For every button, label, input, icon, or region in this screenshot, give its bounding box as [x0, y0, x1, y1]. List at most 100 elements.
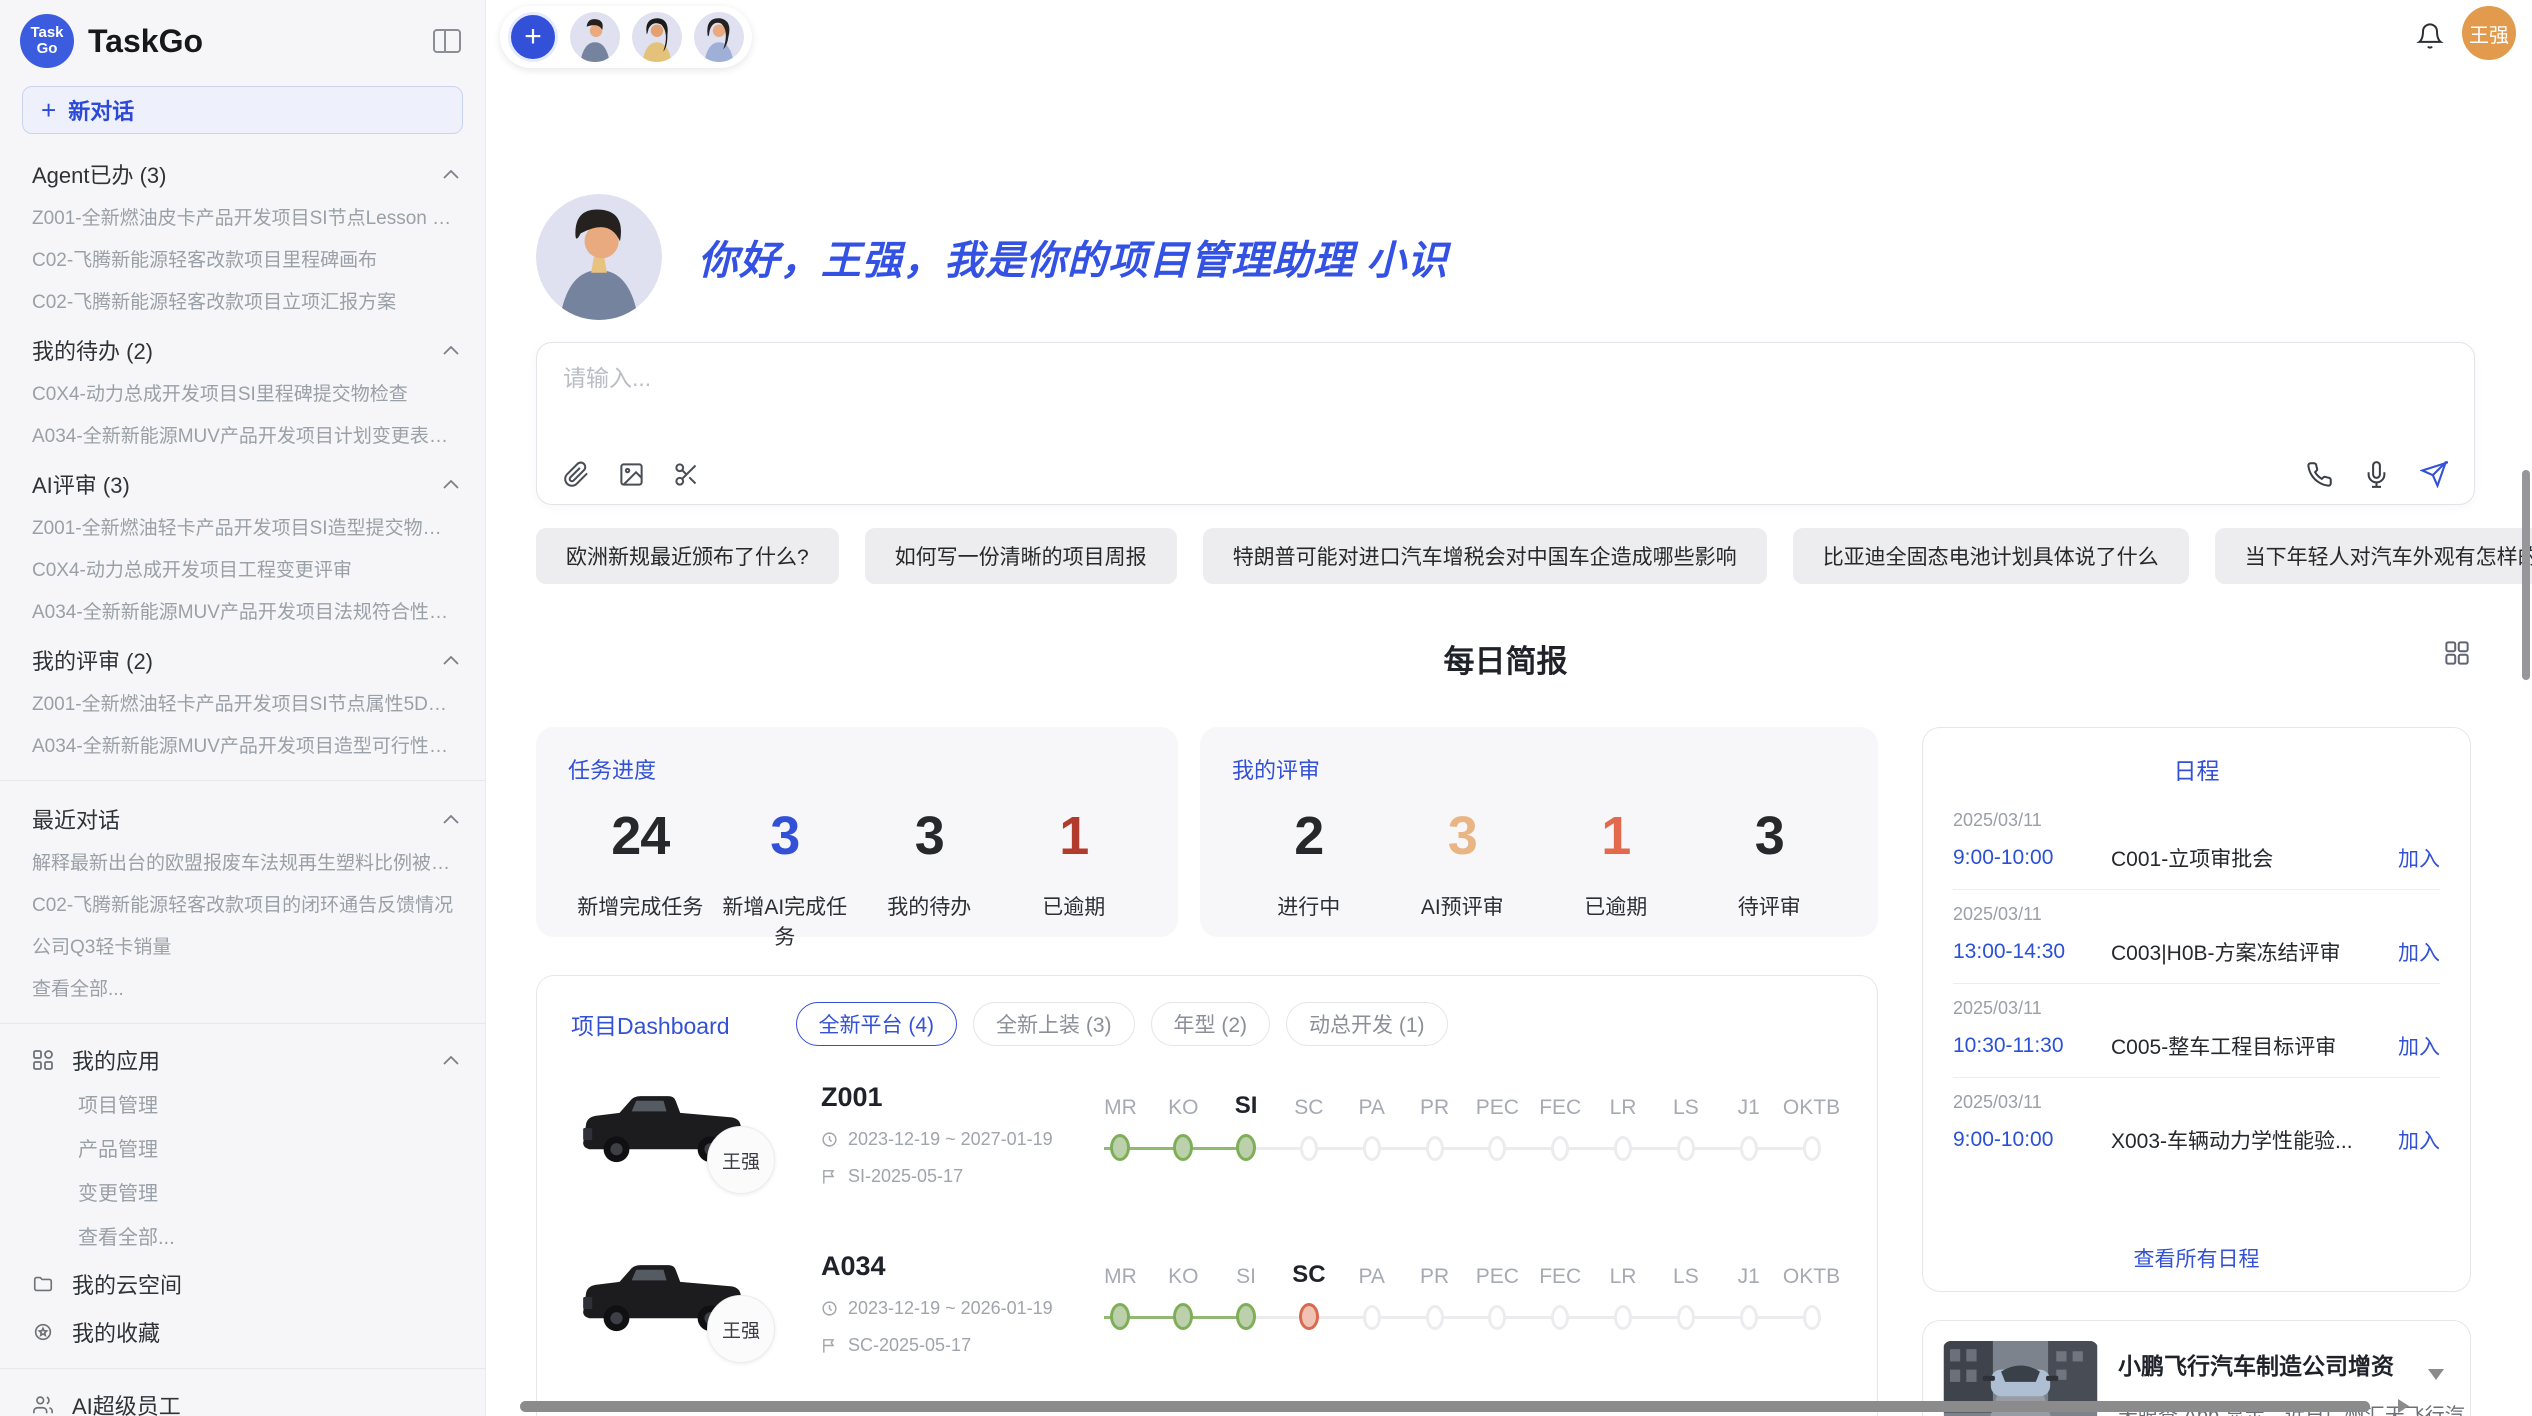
sidebar-task-item[interactable]: C0X4-动力总成开发项目工程变更评审 — [0, 550, 485, 592]
milestone: PEC — [1466, 1255, 1529, 1330]
composer-left-tools — [563, 461, 700, 488]
sidebar-task-item[interactable]: A034-全新新能源MUV产品开发项目法规符合性评审 — [0, 592, 485, 634]
suggestion-chip[interactable]: 当下年轻人对汽车外观有怎样的喜好趋势 — [2215, 528, 2532, 584]
sidebar-item-cloud-space[interactable]: 我的云空间 — [0, 1260, 485, 1308]
milestone-dot — [1488, 1305, 1506, 1330]
sidebar-task-item[interactable]: C02-飞腾新能源轻客改款项目立项汇报方案 — [0, 282, 485, 324]
chevron-up-icon[interactable] — [443, 815, 459, 824]
join-link[interactable]: 加入 — [2398, 843, 2440, 873]
chevron-up-icon[interactable] — [443, 480, 459, 489]
dashboard-tab[interactable]: 全新上装 (3) — [973, 1002, 1135, 1046]
milestone: J1 — [1717, 1255, 1780, 1330]
scroll-right-arrow[interactable] — [2398, 1399, 2409, 1413]
milestone: PA — [1340, 1255, 1403, 1330]
chevron-up-icon[interactable] — [443, 346, 459, 355]
sidebar-task-item[interactable]: C0X4-动力总成开发项目SI里程碑提交物检查 — [0, 374, 485, 416]
app-sub-item[interactable]: 项目管理 — [0, 1084, 485, 1128]
news-title: 小鹏飞行汽车制造公司增资 — [2118, 1347, 2471, 1381]
avatar-1[interactable] — [570, 12, 620, 62]
schedule-event-name: C005-整车工程目标评审 — [2111, 1031, 2384, 1061]
section-header[interactable]: Agent已办 (3) — [0, 148, 485, 198]
sidebar-task-item[interactable]: C02-飞腾新能源轻客改款项目里程碑画布 — [0, 240, 485, 282]
suggestion-chip[interactable]: 特朗普可能对进口汽车增税会对中国车企造成哪些影响 — [1203, 528, 1767, 584]
recent-conversation-item[interactable]: 解释最新出台的欧盟报废车法规再生塑料比例被调至15%... — [0, 843, 485, 885]
section-header[interactable]: AI评审 (3) — [0, 458, 485, 508]
sidebar-item-my-apps[interactable]: 我的应用 — [0, 1036, 485, 1084]
recent-conversation-item[interactable]: C02-飞腾新能源轻客改款项目的闭环通告反馈情况 — [0, 885, 485, 927]
milestone-label: PR — [1420, 1086, 1449, 1120]
divider — [0, 1368, 485, 1369]
scissors-icon[interactable] — [673, 461, 700, 488]
sidebar-tool-item[interactable]: AI超级员工 — [0, 1381, 485, 1416]
join-link[interactable]: 加入 — [2398, 937, 2440, 967]
milestone-label: LR — [1610, 1086, 1637, 1120]
suggestion-chip[interactable]: 比亚迪全固态电池计划具体说了什么 — [1793, 528, 2189, 584]
send-icon[interactable] — [2420, 460, 2448, 488]
recent-conversation-item[interactable]: 查看全部... — [0, 969, 485, 1011]
join-link[interactable]: 加入 — [2398, 1031, 2440, 1061]
my-review-card: 我的评审 2 进行中 3 AI预评审 1 已逾期 3 待评审 — [1200, 727, 1878, 937]
image-icon[interactable] — [618, 461, 645, 488]
chevron-up-icon[interactable] — [443, 170, 459, 179]
stat-value: 2 — [1232, 805, 1386, 867]
vertical-scrollbar-thumb[interactable] — [2522, 470, 2530, 680]
chat-input[interactable] — [563, 365, 2448, 392]
app-sub-item[interactable]: 查看全部... — [0, 1216, 485, 1260]
task-progress-card: 任务进度 24 新增完成任务 3 新增AI完成任务 3 我的待办 1 已逾期 — [536, 727, 1178, 937]
sidebar-task-item[interactable]: Z001-全新燃油轻卡产品开发项目SI造型提交物评审 — [0, 508, 485, 550]
horizontal-scrollbar-thumb[interactable] — [520, 1401, 2370, 1412]
notification-bell-icon[interactable] — [2416, 22, 2444, 50]
divider — [0, 780, 485, 781]
flag-icon — [821, 1337, 838, 1354]
sidebar-task-item[interactable]: A034-全新新能源MUV产品开发项目计划变更表编写 — [0, 416, 485, 458]
milestone: OKTB — [1780, 1255, 1843, 1330]
schedule-event-name: C003|H0B-方案冻结评审 — [2111, 937, 2384, 967]
chevron-up-icon[interactable] — [443, 656, 459, 665]
user-avatar[interactable]: 王强 — [2462, 6, 2516, 60]
stat-value: 1 — [1539, 805, 1693, 867]
sidebar-item-favorites[interactable]: 我的收藏 — [0, 1308, 485, 1356]
milestone-dot — [1300, 1136, 1318, 1161]
suggestion-chip[interactable]: 如何写一份清晰的项目周报 — [865, 528, 1177, 584]
layout-grid-icon[interactable] — [2444, 640, 2470, 666]
collapse-sidebar-icon[interactable] — [433, 29, 461, 53]
recent-conversation-item[interactable]: 公司Q3轻卡销量 — [0, 927, 485, 969]
milestone: SC — [1277, 1255, 1340, 1330]
new-chat-button[interactable]: + 新对话 — [22, 86, 463, 134]
app-sub-item[interactable]: 产品管理 — [0, 1128, 485, 1172]
schedule-time: 9:00-10:00 — [1953, 1128, 2111, 1152]
section-header[interactable]: 我的待办 (2) — [0, 324, 485, 374]
view-all-schedule-link[interactable]: 查看所有日程 — [1953, 1233, 2440, 1273]
stat-value: 24 — [568, 805, 713, 867]
app-sub-item[interactable]: 变更管理 — [0, 1172, 485, 1216]
mic-icon[interactable] — [2363, 461, 2390, 488]
milestone-label: OKTB — [1783, 1086, 1840, 1120]
scroll-down-arrow[interactable] — [2428, 1369, 2444, 1380]
milestone: PA — [1340, 1086, 1403, 1161]
join-link[interactable]: 加入 — [2398, 1125, 2440, 1155]
dashboard-tab[interactable]: 动总开发 (1) — [1286, 1002, 1448, 1046]
attachment-icon[interactable] — [563, 461, 590, 488]
section-header[interactable]: 我的评审 (2) — [0, 634, 485, 684]
avatar-2[interactable] — [632, 12, 682, 62]
project-row[interactable]: 王强 Z001 2023-12-19 ~ 2027-01-19 SI-2025-… — [571, 1080, 1843, 1215]
favorites-label: 我的收藏 — [72, 1316, 160, 1348]
project-code: A034 — [821, 1251, 1089, 1282]
sidebar-task-item[interactable]: A034-全新新能源MUV产品开发项目造型可行性评审 — [0, 726, 485, 768]
dashboard-tab[interactable]: 全新平台 (4) — [796, 1002, 958, 1046]
recent-header[interactable]: 最近对话 — [0, 793, 485, 843]
avatar-3[interactable] — [694, 12, 744, 62]
chevron-up-icon[interactable] — [443, 1056, 459, 1065]
add-conversation-button[interactable]: + — [508, 12, 558, 62]
clock-icon — [821, 1300, 838, 1317]
sidebar-task-item[interactable]: Z001-全新燃油轻卡产品开发项目SI节点属性5D文件评审 — [0, 684, 485, 726]
milestone-label: OKTB — [1783, 1255, 1840, 1289]
stat-item: 3 新增AI完成任务 — [713, 805, 858, 951]
dashboard-tab[interactable]: 年型 (2) — [1151, 1002, 1271, 1046]
milestone-dot — [1740, 1136, 1758, 1161]
sidebar-task-item[interactable]: Z001-全新燃油皮卡产品开发项目SI节点Lesson Learn报告 — [0, 198, 485, 240]
phone-icon[interactable] — [2306, 461, 2333, 488]
project-row[interactable]: 王强 A034 2023-12-19 ~ 2026-01-19 SC-2025-… — [571, 1249, 1843, 1384]
suggestion-chip[interactable]: 欧洲新规最近颁布了什么? — [536, 528, 839, 584]
milestone-dot — [1363, 1305, 1381, 1330]
